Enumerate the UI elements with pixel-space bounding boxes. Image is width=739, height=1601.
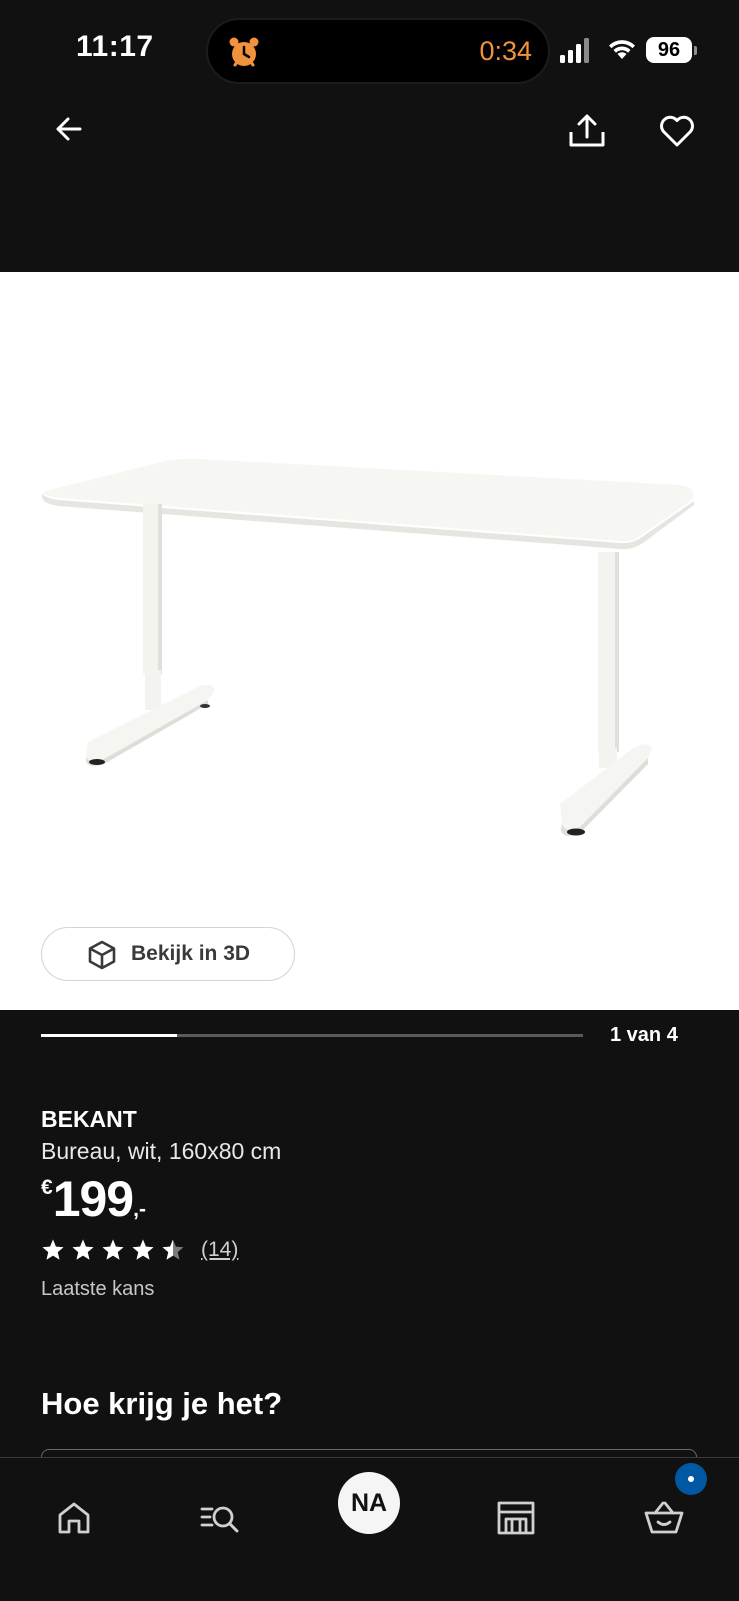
timer-text: 0:34 (479, 36, 532, 66)
bottom-nav: NA (0, 1457, 739, 1601)
product-name: BEKANT (41, 1106, 137, 1132)
price-integer: 199 (52, 1171, 134, 1227)
battery-level: 96 (646, 37, 692, 63)
status-bar: 11:17 0:34 96 (0, 0, 739, 100)
rating-stars (41, 1238, 191, 1262)
signal-icon (560, 38, 589, 63)
price-currency: € (41, 1176, 53, 1199)
review-count-link[interactable]: (14) (201, 1238, 238, 1262)
star-icon (42, 1239, 64, 1260)
delivery-section-title: Hoe krijg je het? (41, 1386, 283, 1421)
store-icon (497, 1501, 535, 1535)
star-icon (132, 1239, 154, 1260)
back-arrow-icon (56, 117, 82, 141)
search-list-icon (200, 1506, 239, 1533)
status-time: 11:17 (76, 30, 154, 63)
view-in-3d-label: Bekijk in 3D (131, 942, 251, 965)
star-icon (102, 1239, 124, 1260)
nav-stores[interactable] (496, 1498, 536, 1538)
wifi-icon (609, 40, 635, 59)
view-in-3d-button[interactable]: Bekijk in 3D (41, 927, 295, 981)
dynamic-island: 0:34 (206, 18, 550, 84)
nav-cart[interactable] (644, 1498, 684, 1538)
product-image-carousel[interactable]: Bekijk in 3D (0, 272, 739, 1010)
availability-label: Laatste kans (41, 1278, 155, 1300)
product-image (41, 458, 695, 836)
nav-home[interactable] (54, 1498, 94, 1538)
share-icon (569, 114, 605, 147)
nav-search[interactable] (200, 1498, 240, 1538)
star-icon (72, 1239, 94, 1260)
carousel-progress (41, 1034, 583, 1037)
back-button[interactable] (48, 108, 90, 150)
star-icon (162, 1239, 184, 1260)
product-rating[interactable]: (14) (41, 1236, 238, 1264)
carousel-progress-fill (41, 1034, 177, 1037)
battery-icon: 96 (646, 37, 697, 65)
carousel-page-counter: 1 van 4 (610, 1024, 678, 1046)
alarm-icon (229, 37, 259, 67)
cart-badge (675, 1463, 707, 1495)
product-page: 11:17 0:34 96 Bekijk in 3D 1 van 4 BEKAN… (0, 0, 739, 1601)
share-button[interactable] (566, 110, 608, 152)
cart-icon (644, 1501, 684, 1534)
profile-avatar[interactable]: NA (338, 1472, 400, 1534)
heart-icon (660, 115, 694, 147)
product-description: Bureau, wit, 160x80 cm (41, 1138, 282, 1164)
home-icon (58, 1502, 90, 1534)
cube-3d-icon (88, 940, 116, 970)
favorite-button[interactable] (656, 110, 698, 152)
product-price: €199,- (41, 1170, 146, 1230)
price-decimal: ,- (133, 1198, 146, 1221)
